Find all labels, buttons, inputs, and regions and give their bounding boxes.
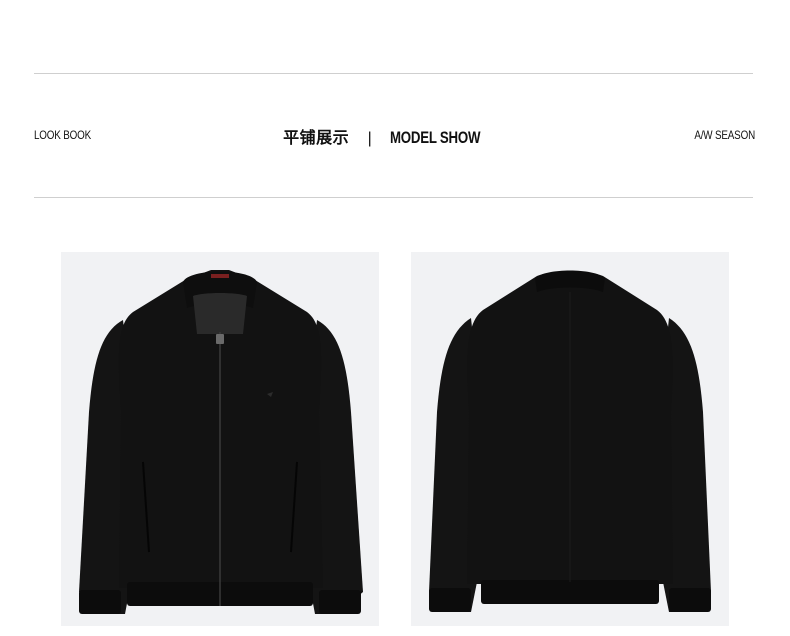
jacket-front-illustration: [79, 270, 363, 614]
title-chinese: 平铺展示: [283, 130, 350, 147]
jacket-front-image: [61, 252, 379, 626]
jacket-back-image: [411, 252, 729, 626]
season-label: A/W SEASON: [694, 128, 755, 142]
section-header: LOOK BOOK 平铺展示 | MODEL SHOW A/W SEASON: [34, 122, 755, 152]
bottom-divider: [34, 197, 753, 198]
top-divider: [34, 73, 753, 74]
section-title: 平铺展示 | MODEL SHOW: [34, 124, 755, 148]
title-separator: |: [367, 130, 372, 147]
title-english: MODEL SHOW: [390, 128, 481, 147]
jacket-back-illustration: [429, 270, 711, 612]
